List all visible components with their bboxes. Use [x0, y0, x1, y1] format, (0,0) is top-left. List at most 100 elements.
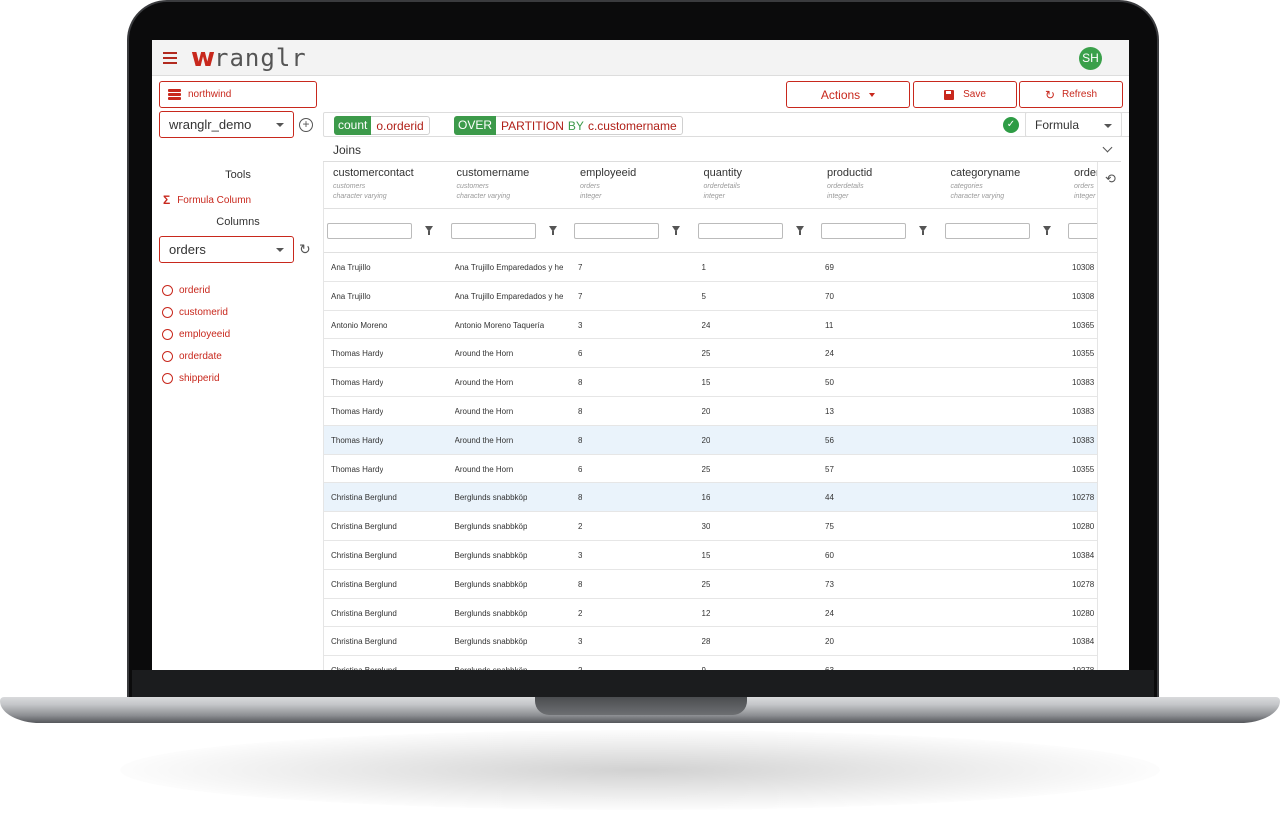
column-header-employeeid[interactable]: employeeid orders integer	[574, 162, 697, 209]
filter-input[interactable]	[944, 223, 1030, 239]
column-item-employeeid[interactable]: employeeid	[162, 323, 230, 345]
table-row[interactable]: Christina Berglund Berglunds snabbköp 2 9 63…	[324, 656, 1097, 670]
table-row[interactable]: Christina Berglund Berglunds snabbköp 3 15 6…	[324, 541, 1097, 570]
table-cell: 1	[701, 263, 706, 272]
filter-icon[interactable]	[795, 226, 804, 235]
table-cell: 10384	[1072, 550, 1095, 560]
table-row[interactable]: Ana Trujillo Ana Trujillo Emparedados y h…	[324, 253, 1097, 282]
column-header-orderi[interactable]: orderi orders integer	[1068, 162, 1097, 209]
column-header-name: orderi	[1074, 167, 1097, 179]
table-row[interactable]: Ana Trujillo Ana Trujillo Emparedados y h…	[324, 282, 1097, 311]
table-row[interactable]: Thomas Hardy Around the Horn 8 20 13 10383	[324, 397, 1097, 426]
actions-label: Actions	[820, 87, 861, 102]
table-row[interactable]: Christina Berglund Berglunds snabbköp 2 12 2…	[324, 599, 1097, 628]
filter-input[interactable]	[450, 223, 536, 239]
chevron-down-icon	[1104, 124, 1112, 128]
table-cell: 20	[825, 637, 834, 647]
formula-mode-select[interactable]: Formula	[1025, 112, 1122, 137]
table-row[interactable]: Christina Berglund Berglunds snabbköp 8 16 4…	[324, 483, 1097, 513]
database-button[interactable]: northwind	[159, 81, 317, 108]
table-cell: 10384	[1072, 637, 1095, 647]
table-cell: Berglunds snabbköp	[454, 637, 528, 647]
column-header-categoryname[interactable]: categoryname categories character varying	[945, 162, 1068, 209]
formula-window-token[interactable]: OVER PARTITION BY c.customername	[454, 116, 683, 135]
filter-icon[interactable]	[672, 226, 680, 235]
radio-icon	[162, 284, 173, 296]
column-header-productid[interactable]: productid orderdetails integer	[821, 162, 944, 209]
column-label: orderid	[179, 284, 211, 296]
table-row[interactable]: Thomas Hardy Around the Horn 6 25 24 10355	[324, 339, 1097, 369]
refresh-table-icon[interactable]: ↻	[299, 242, 313, 256]
save-button[interactable]: Save	[913, 81, 1017, 108]
formula-column-tool[interactable]: Σ Formula Column	[163, 193, 251, 207]
table-cell: 2	[578, 608, 583, 618]
table-row[interactable]: Thomas Hardy Around the Horn 8 15 50 10383	[324, 368, 1097, 397]
actions-button[interactable]: Actions	[786, 81, 910, 108]
user-avatar[interactable]: SH	[1079, 47, 1102, 70]
partition-keyword: PARTITION	[501, 118, 564, 133]
partition-argument: c.customername	[587, 118, 677, 133]
column-item-orderdate[interactable]: orderdate	[162, 345, 230, 367]
table-cell: 6	[578, 349, 583, 359]
filter-icon[interactable]	[548, 226, 557, 235]
table-cell: 25	[701, 349, 711, 359]
column-header-customername[interactable]: customername customers character varying	[451, 162, 574, 209]
filter-icon[interactable]	[1042, 226, 1051, 235]
joins-panel-toggle[interactable]: Joins	[323, 139, 1121, 162]
table-cell: Around the Horn	[454, 406, 514, 416]
logo-text: ranglr	[214, 44, 307, 72]
formula-function-token[interactable]: count o.orderid	[334, 116, 430, 135]
filter-icon[interactable]	[919, 226, 927, 235]
table-cell: 15	[701, 550, 711, 560]
table-row[interactable]: Thomas Hardy Around the Horn 8 20 56 10383	[324, 425, 1097, 455]
tools-title: Tools	[225, 169, 251, 181]
column-header-table: orders	[1074, 183, 1094, 190]
table-cell: 2	[578, 666, 582, 670]
table-row[interactable]: Thomas Hardy Around the Horn 6 25 57 10355	[324, 455, 1097, 484]
app-logo: w ranglr	[191, 43, 307, 73]
formula-mode-value: Formula	[1035, 117, 1080, 132]
column-header-table: orderdetails	[703, 183, 741, 190]
table-cell: 8	[578, 406, 583, 416]
schema-select[interactable]: wranglr_demo	[159, 111, 294, 138]
table-cell: 25	[701, 464, 711, 474]
filter-input[interactable]	[1068, 223, 1097, 239]
table-row[interactable]: Antonio Moreno Antonio Moreno Taquería 3 24…	[324, 311, 1097, 340]
column-header-customercontact[interactable]: customercontact customers character varyin…	[327, 162, 450, 209]
table-cell: 3	[578, 320, 583, 330]
hamburger-menu-icon[interactable]	[163, 52, 177, 64]
column-label: orderdate	[179, 350, 222, 362]
table-select[interactable]: orders	[159, 236, 294, 263]
data-grid: customercontact customers character varyin…	[323, 162, 1097, 670]
chevron-down-icon	[276, 247, 284, 252]
function-keyword: count	[334, 116, 372, 135]
filter-input[interactable]	[697, 223, 783, 239]
table-cell: 6	[578, 464, 583, 474]
column-item-customerid[interactable]: customerid	[162, 301, 230, 323]
filter-input[interactable]	[327, 223, 412, 239]
column-item-shipperid[interactable]: shipperid	[162, 367, 230, 389]
radio-icon	[162, 306, 173, 318]
table-cell: Around the Horn	[454, 464, 514, 474]
column-header-type: integer	[827, 193, 849, 200]
logo-mark: w	[191, 43, 215, 73]
database-icon	[168, 89, 181, 100]
table-cell: Antonio Moreno	[331, 320, 388, 330]
filter-input[interactable]	[821, 223, 906, 239]
column-header-quantity[interactable]: quantity orderdetails integer	[698, 162, 821, 209]
filter-icon[interactable]	[425, 226, 433, 235]
table-cell: Antonio Moreno Taquería	[454, 320, 545, 330]
table-row[interactable]: Christina Berglund Berglunds snabbköp 8 25 7…	[324, 570, 1097, 599]
refresh-button[interactable]: ↻ Refresh	[1019, 81, 1123, 108]
table-cell: 13	[825, 406, 834, 416]
add-schema-icon[interactable]: +	[299, 118, 313, 132]
filter-input[interactable]	[574, 223, 659, 239]
table-cell: 3	[578, 550, 583, 560]
table-row[interactable]: Christina Berglund Berglunds snabbköp 2 30 7…	[324, 512, 1097, 541]
table-row[interactable]: Christina Berglund Berglunds snabbköp 3 28 2…	[324, 627, 1097, 657]
table-cell: 11	[825, 320, 834, 330]
table-cell: Around the Horn	[454, 349, 514, 359]
history-settings-icon[interactable]: ⟲	[1105, 171, 1121, 187]
column-item-orderid[interactable]: orderid	[162, 279, 230, 301]
table-cell: 73	[825, 579, 834, 589]
